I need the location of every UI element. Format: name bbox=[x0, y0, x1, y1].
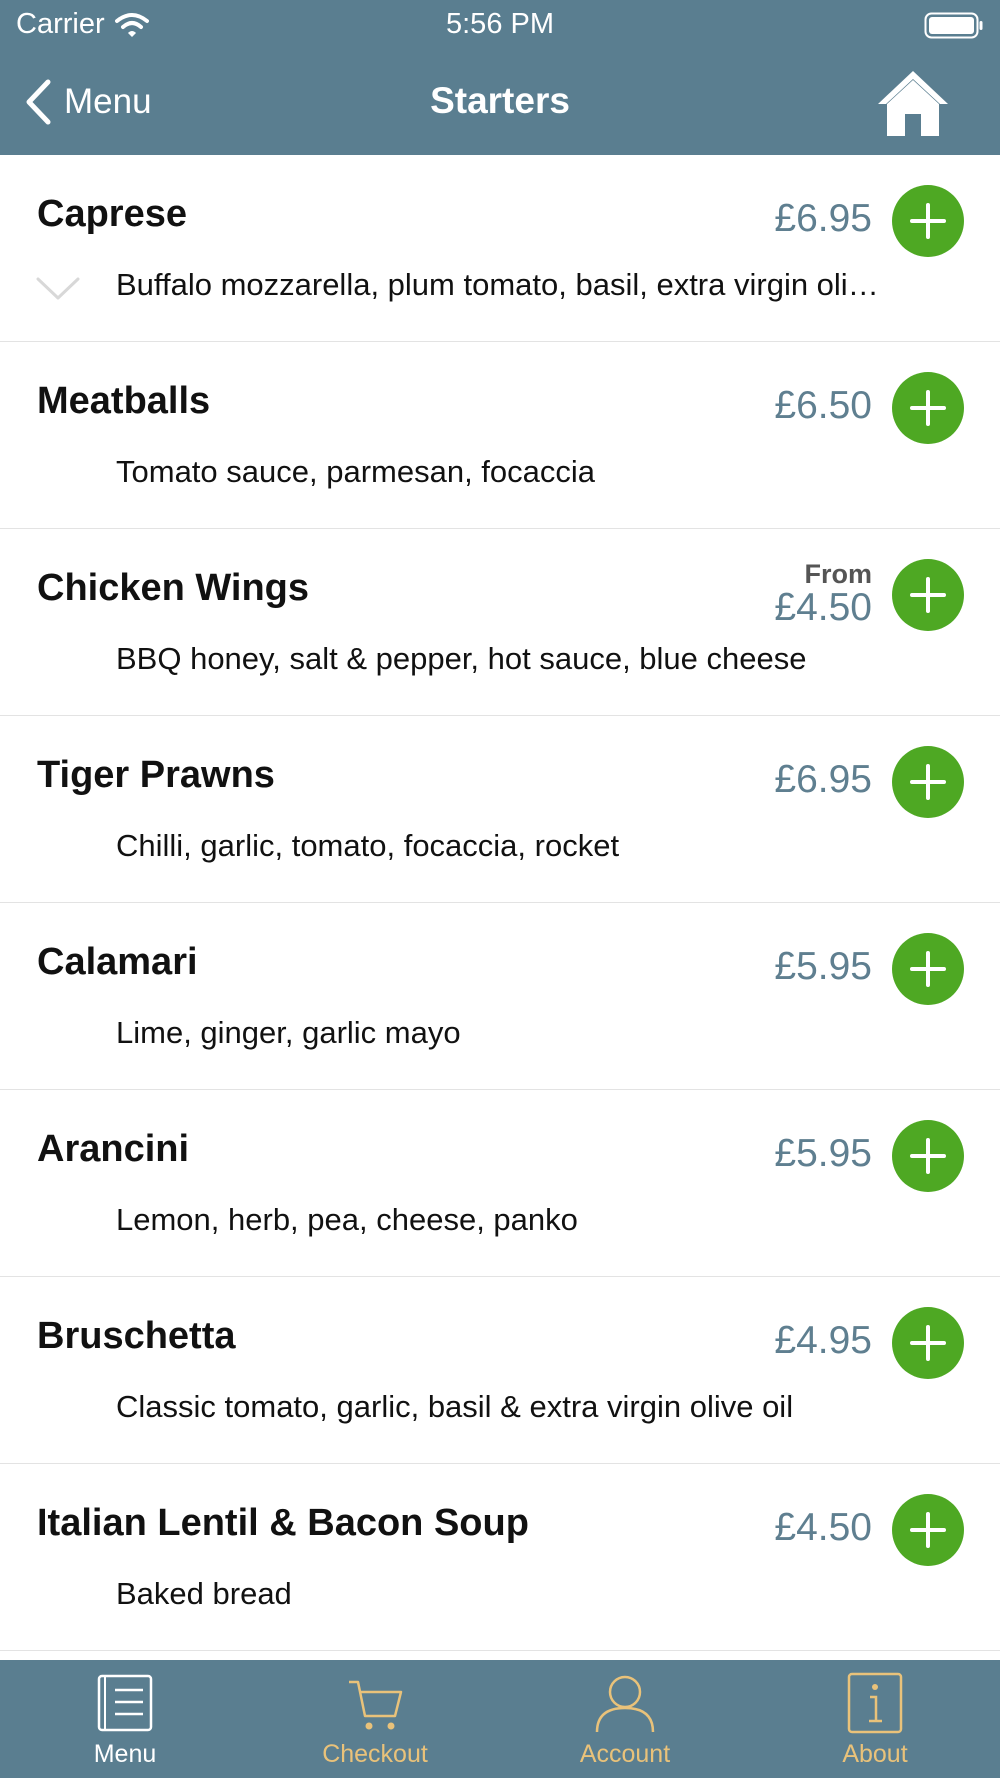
add-item-button[interactable] bbox=[892, 746, 964, 818]
menu-item[interactable]: Tiger Prawns £6.95 Chilli, garlic, tomat… bbox=[0, 716, 1000, 903]
add-item-button[interactable] bbox=[892, 559, 964, 631]
menu-item[interactable]: Calamari £5.95 Lime, ginger, garlic mayo bbox=[0, 903, 1000, 1090]
item-price: £6.95 bbox=[774, 758, 872, 801]
add-item-button[interactable] bbox=[892, 1120, 964, 1192]
item-price-block: £4.95 bbox=[774, 1319, 872, 1363]
person-icon bbox=[595, 1675, 655, 1733]
add-item-button[interactable] bbox=[892, 185, 964, 257]
add-item-button[interactable] bbox=[892, 1494, 964, 1566]
item-price-block: £6.50 bbox=[774, 384, 872, 428]
item-name: Tiger Prawns bbox=[37, 754, 275, 796]
add-item-button[interactable] bbox=[892, 933, 964, 1005]
tab-menu[interactable]: Menu bbox=[0, 1660, 250, 1778]
item-price: £5.95 bbox=[774, 1132, 872, 1175]
add-item-button[interactable] bbox=[892, 1307, 964, 1379]
item-name: Arancini bbox=[37, 1128, 190, 1170]
item-name: Meatballs bbox=[37, 380, 211, 422]
tab-label: Account bbox=[579, 1740, 671, 1768]
item-price: £4.50 bbox=[774, 586, 872, 629]
menu-item[interactable]: Chicken Wings From £4.50 BBQ honey, salt… bbox=[0, 529, 1000, 716]
item-price: £4.95 bbox=[774, 1319, 872, 1362]
item-description: Classic tomato, garlic, basil & extra vi… bbox=[116, 1389, 794, 1424]
item-price-block: £5.95 bbox=[774, 945, 872, 989]
item-price: £5.95 bbox=[774, 945, 872, 988]
item-name: Bruschetta bbox=[37, 1315, 236, 1357]
item-price-block: £5.95 bbox=[774, 1132, 872, 1176]
item-price: £6.50 bbox=[774, 384, 872, 427]
tab-checkout[interactable]: Checkout bbox=[250, 1660, 500, 1778]
menu-item[interactable]: Caprese £6.95 Buffalo mozzarella, plum t… bbox=[0, 155, 1000, 342]
battery-icon bbox=[924, 12, 983, 39]
tab-label: About bbox=[842, 1740, 908, 1768]
tab-label: Menu bbox=[93, 1740, 157, 1768]
menu-item[interactable]: Italian Lentil & Bacon Soup £4.50 Baked … bbox=[0, 1464, 1000, 1651]
nav-bar: Menu Starters bbox=[0, 60, 1000, 148]
add-item-button[interactable] bbox=[892, 372, 964, 444]
item-name: Caprese bbox=[37, 193, 187, 235]
item-price-block: £6.95 bbox=[774, 197, 872, 241]
item-price: £6.95 bbox=[774, 197, 872, 240]
menu-item[interactable]: Bruschetta £4.95 Classic tomato, garlic,… bbox=[0, 1277, 1000, 1464]
cart-icon bbox=[349, 1680, 403, 1730]
starters-list: Caprese £6.95 Buffalo mozzarella, plum t… bbox=[0, 155, 1000, 1660]
tab-about[interactable]: About bbox=[750, 1660, 1000, 1778]
menu-item[interactable]: Meatballs £6.50 Tomato sauce, parmesan, … bbox=[0, 342, 1000, 529]
item-price-block: From £4.50 bbox=[774, 561, 872, 628]
item-description: Baked bread bbox=[116, 1576, 292, 1611]
item-price: £4.50 bbox=[774, 1506, 872, 1549]
page-title: Starters bbox=[430, 80, 570, 121]
item-description: BBQ honey, salt & pepper, hot sauce, blu… bbox=[116, 641, 807, 676]
home-icon[interactable] bbox=[876, 68, 950, 138]
chevron-down-icon[interactable] bbox=[36, 277, 80, 301]
header: Carrier 5:56 PM Menu Starters bbox=[0, 0, 1000, 155]
item-description: Buffalo mozzarella, plum tomato, basil, … bbox=[116, 267, 879, 302]
menu-item[interactable]: Arancini £5.95 Lemon, herb, pea, cheese,… bbox=[0, 1090, 1000, 1277]
menu-icon bbox=[97, 1674, 153, 1732]
tab-bar: Menu Checkout Account About bbox=[0, 1660, 1000, 1778]
item-description: Lime, ginger, garlic mayo bbox=[116, 1015, 461, 1050]
tab-label: Checkout bbox=[322, 1740, 428, 1768]
info-icon bbox=[847, 1672, 903, 1734]
tab-account[interactable]: Account bbox=[500, 1660, 750, 1778]
status-bar: Carrier 5:56 PM bbox=[0, 0, 1000, 52]
item-name: Chicken Wings bbox=[37, 567, 310, 609]
item-description: Lemon, herb, pea, cheese, panko bbox=[116, 1202, 578, 1237]
item-price-block: £6.95 bbox=[774, 758, 872, 802]
price-prefix: From bbox=[804, 559, 873, 589]
item-name: Calamari bbox=[37, 941, 198, 983]
item-description: Tomato sauce, parmesan, focaccia bbox=[116, 454, 596, 489]
status-time: 5:56 PM bbox=[446, 8, 554, 40]
item-description: Chilli, garlic, tomato, focaccia, rocket bbox=[116, 828, 620, 863]
item-name: Italian Lentil & Bacon Soup bbox=[37, 1502, 529, 1544]
item-price-block: £4.50 bbox=[774, 1506, 872, 1550]
